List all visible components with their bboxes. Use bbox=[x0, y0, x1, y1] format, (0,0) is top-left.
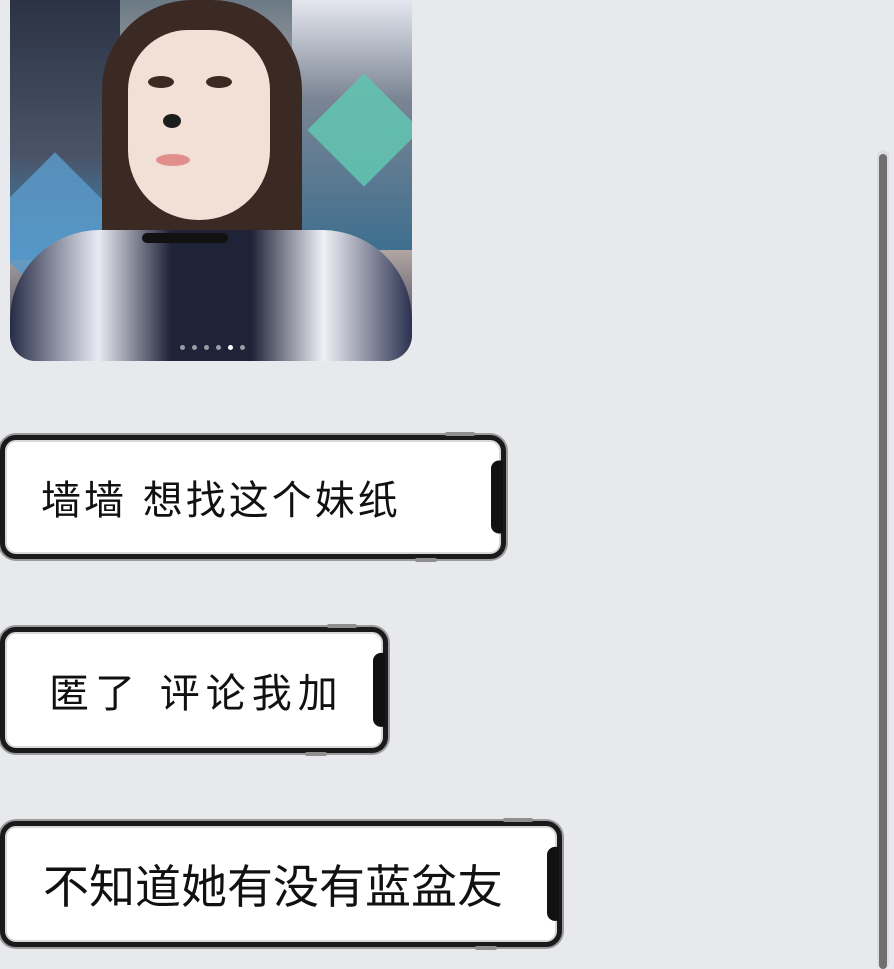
scrollbar-thumb[interactable] bbox=[879, 154, 887, 969]
phone-notch bbox=[491, 460, 503, 534]
frame-button bbox=[503, 818, 533, 822]
frame-button bbox=[305, 752, 327, 756]
frame-button bbox=[475, 946, 497, 950]
carousel-dot[interactable] bbox=[204, 345, 209, 350]
carousel-dot[interactable] bbox=[192, 345, 197, 350]
carousel-dot[interactable] bbox=[228, 345, 233, 350]
carousel-dot[interactable] bbox=[240, 345, 245, 350]
message-bubble[interactable]: 不知道她有没有蓝盆友 bbox=[0, 818, 562, 950]
phone-notch bbox=[547, 846, 559, 922]
carousel-dot[interactable] bbox=[180, 345, 185, 350]
cat-nose-filter-icon bbox=[163, 114, 181, 128]
photo-eye-right bbox=[206, 76, 232, 88]
photo-eye-left bbox=[148, 76, 174, 88]
phone-notch bbox=[373, 652, 385, 728]
shared-photo[interactable] bbox=[10, 0, 412, 361]
carousel-dot[interactable] bbox=[216, 345, 221, 350]
chat-screen: 墙墙 想找这个妹纸 匿了 评论我加 不知道她有没有蓝盆友 bbox=[0, 0, 894, 969]
frame-button bbox=[445, 432, 475, 436]
photo-face bbox=[128, 30, 270, 220]
scrollbar[interactable] bbox=[877, 150, 889, 969]
message-text: 不知道她有没有蓝盆友 bbox=[43, 860, 503, 914]
photo-choker bbox=[142, 233, 228, 243]
photo-lips bbox=[156, 154, 190, 166]
photo-jacket bbox=[10, 230, 412, 361]
frame-button bbox=[415, 558, 437, 562]
message-text: 墙墙 想找这个妹纸 bbox=[41, 478, 401, 524]
message-bubble[interactable]: 匿了 评论我加 bbox=[0, 624, 388, 756]
frame-button bbox=[327, 624, 357, 628]
message-bubble[interactable]: 墙墙 想找这个妹纸 bbox=[0, 432, 506, 562]
carousel-dots[interactable] bbox=[180, 345, 245, 350]
message-text: 匿了 评论我加 bbox=[49, 671, 344, 717]
